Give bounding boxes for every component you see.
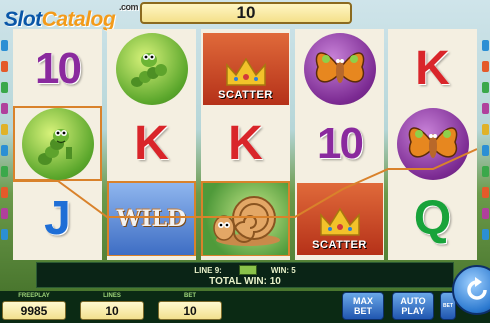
- auto-play-button[interactable]: AUTO PLAY: [392, 292, 434, 320]
- left-line-markers: [1, 40, 8, 240]
- symbol-butterfly: [295, 31, 384, 106]
- line-label: LINE 9:: [194, 265, 222, 275]
- crown-icon: [319, 207, 360, 236]
- caterpillar-icon: [21, 107, 94, 180]
- line-symbol-icon: [238, 265, 257, 275]
- line-marker[interactable]: [1, 61, 8, 72]
- refresh-icon: [467, 277, 487, 300]
- reel-grid: 10 J K WILD SCATTER K 10 SCATTER K Q: [13, 29, 477, 260]
- symbol-butterfly: [388, 106, 477, 181]
- line-marker[interactable]: [1, 82, 8, 93]
- line-marker[interactable]: [1, 40, 8, 51]
- caterpillar-icon: [115, 32, 188, 105]
- line-marker[interactable]: [1, 166, 8, 177]
- symbol-scatter: SCATTER: [295, 181, 384, 256]
- line-marker[interactable]: [482, 103, 489, 114]
- symbol-snail: [201, 181, 290, 256]
- symbol-k: K: [415, 41, 450, 95]
- line-marker[interactable]: [482, 187, 489, 198]
- total-win: TOTAL WIN: 10: [209, 276, 281, 287]
- win-info-bar: LINE 9: WIN: 5 TOTAL WIN: 10: [36, 262, 454, 288]
- symbol-k: K: [134, 116, 169, 170]
- symbol-q: Q: [413, 191, 452, 245]
- line-marker[interactable]: [482, 208, 489, 219]
- right-line-markers: [482, 40, 489, 240]
- line-marker[interactable]: [1, 229, 8, 240]
- crown-icon: [225, 57, 266, 86]
- line-marker[interactable]: [1, 145, 8, 156]
- symbol-k: K: [228, 116, 263, 170]
- line-marker[interactable]: [1, 124, 8, 135]
- line-marker[interactable]: [1, 103, 8, 114]
- symbol-scatter: SCATTER: [201, 31, 290, 106]
- win-label: WIN: 5: [270, 265, 296, 275]
- snail-icon: [203, 182, 288, 255]
- symbol-ten: 10: [317, 118, 364, 168]
- symbol-caterpillar: [13, 106, 102, 181]
- symbol-wild: WILD: [107, 181, 196, 256]
- lines-field: LINES 10: [80, 292, 144, 320]
- bet-display: 10: [140, 2, 352, 24]
- line-marker[interactable]: [482, 40, 489, 51]
- symbol-caterpillar: [107, 31, 196, 106]
- freeplay-field: FREEPLAY 9985: [2, 292, 66, 320]
- symbol-j: J: [44, 191, 71, 245]
- line-marker[interactable]: [482, 61, 489, 72]
- line-marker[interactable]: [482, 166, 489, 177]
- line-marker[interactable]: [482, 82, 489, 93]
- line-marker[interactable]: [482, 229, 489, 240]
- line-marker[interactable]: [1, 208, 8, 219]
- butterfly-icon: [396, 107, 469, 180]
- max-bet-button[interactable]: MAX BET: [342, 292, 384, 320]
- bet-field: BET 10: [158, 292, 222, 320]
- symbol-ten: 10: [35, 43, 82, 93]
- line-marker[interactable]: [482, 145, 489, 156]
- line-marker[interactable]: [1, 187, 8, 198]
- line-marker[interactable]: [482, 124, 489, 135]
- butterfly-icon: [303, 32, 376, 105]
- slot-game: SlotCatalog .com 10 10 J K WILD SCATTER …: [0, 0, 490, 323]
